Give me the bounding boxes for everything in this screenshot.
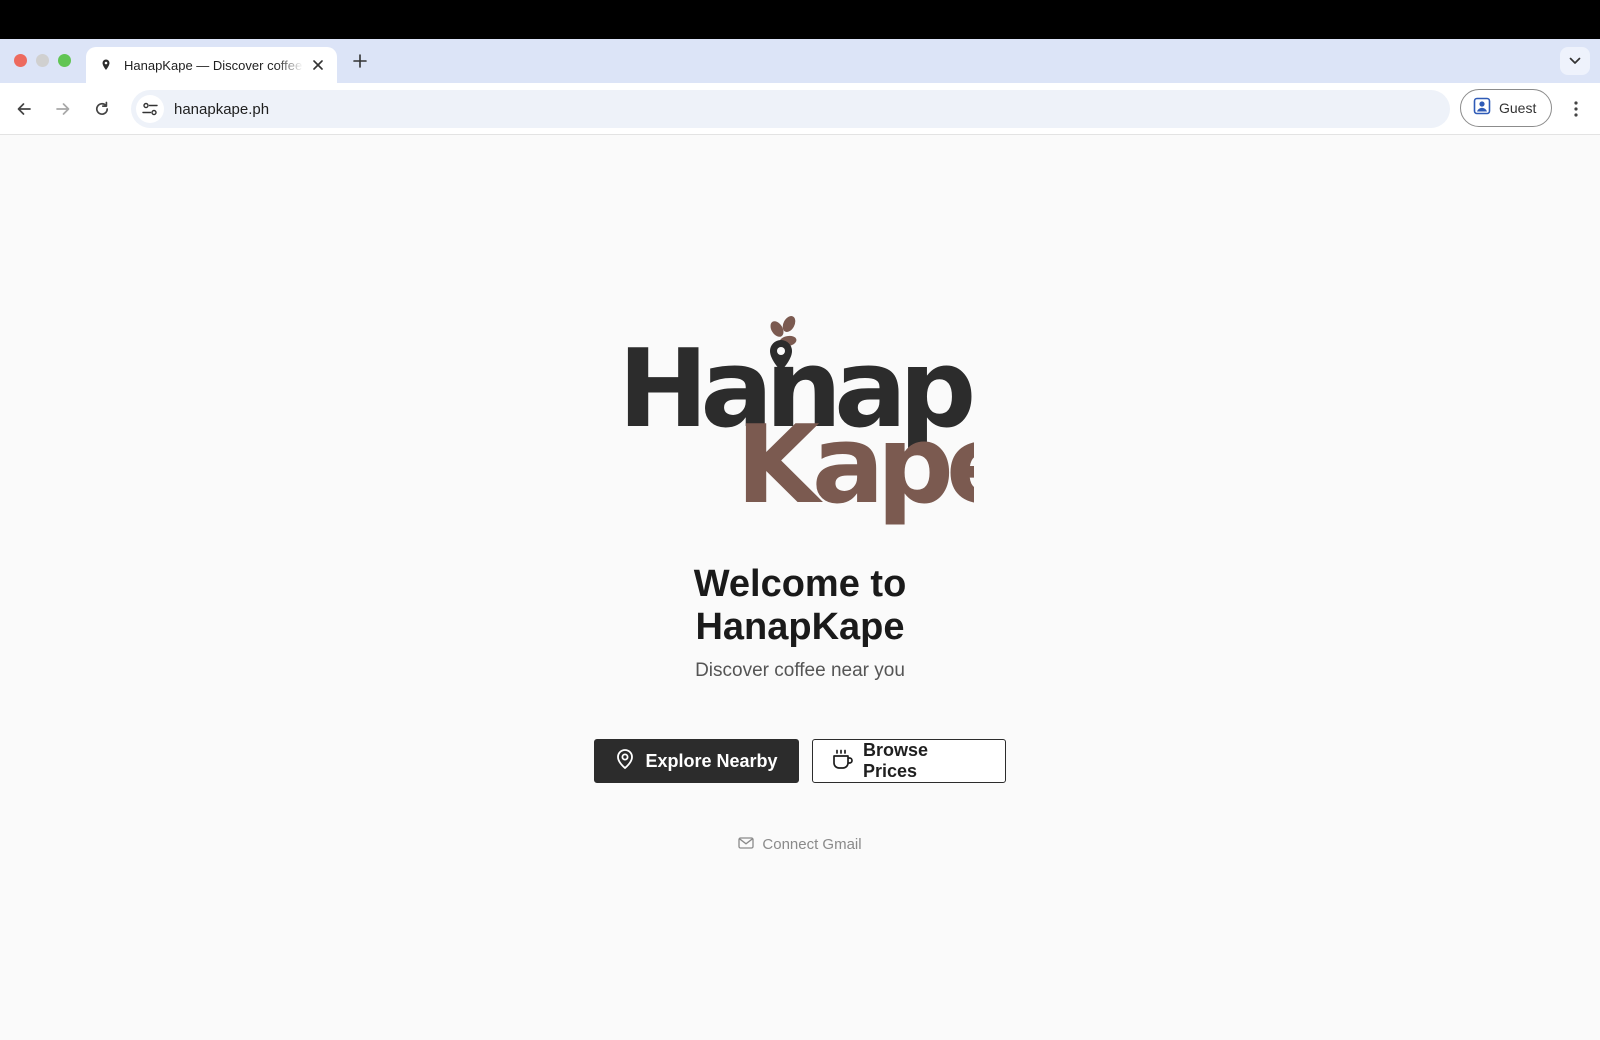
explore-nearby-button[interactable]: Explore Nearby — [594, 739, 799, 783]
url-text: hanapkape.ph — [174, 100, 270, 118]
logo-word-kape: Kape — [736, 403, 974, 528]
tune-icon[interactable] — [136, 95, 164, 123]
page-content: Hanap Kape Welcome to HanapKape Discover… — [0, 135, 1600, 1040]
welcome-heading-text: Welcome to HanapKape — [693, 563, 907, 648]
arrow-right-icon[interactable] — [50, 96, 76, 122]
profile-name: Guest — [1499, 100, 1537, 116]
reload-icon[interactable] — [89, 96, 115, 122]
hanapkape-logo: Hanap Kape — [622, 316, 974, 528]
arrow-left-icon[interactable] — [11, 96, 37, 122]
browser-toolbar: hanapkape.ph Guest — [0, 83, 1600, 135]
profile-button[interactable]: Guest — [1460, 89, 1552, 127]
address-bar[interactable]: hanapkape.ph — [131, 90, 1450, 128]
coffee-cup-icon — [831, 748, 853, 775]
tab-strip: HanapKape — Discover coffee near you — [0, 39, 1600, 83]
active-tab[interactable]: HanapKape — Discover coffee near you — [86, 47, 337, 83]
person-badge-icon — [1473, 97, 1491, 120]
screen: HanapKape — Discover coffee near you — [0, 0, 1600, 1040]
maximize-window-button[interactable] — [58, 54, 71, 67]
minimize-window-button[interactable] — [36, 54, 49, 67]
explore-nearby-label: Explore Nearby — [645, 750, 778, 771]
chevron-down-icon[interactable] — [1560, 47, 1590, 75]
kebab-menu-icon[interactable] — [1564, 97, 1588, 121]
browse-prices-button[interactable]: Browse Prices — [812, 739, 1006, 783]
close-window-button[interactable] — [14, 54, 27, 67]
close-icon[interactable] — [309, 56, 327, 74]
plus-icon[interactable] — [350, 51, 370, 71]
map-pin-icon — [615, 748, 635, 775]
map-pin-icon — [98, 57, 114, 73]
connect-gmail-label: Connect Gmail — [762, 836, 862, 853]
tab-title: HanapKape — Discover coffee near you — [124, 57, 303, 73]
browse-prices-label: Browse Prices — [863, 740, 929, 781]
connect-gmail-link[interactable]: Connect Gmail — [0, 836, 1600, 853]
action-buttons: Explore Nearby Browse Prices — [0, 739, 1600, 783]
tagline: Discover coffee near you — [695, 660, 905, 681]
welcome-heading: Welcome to HanapKape — [0, 563, 1600, 649]
envelope-icon — [738, 836, 755, 853]
